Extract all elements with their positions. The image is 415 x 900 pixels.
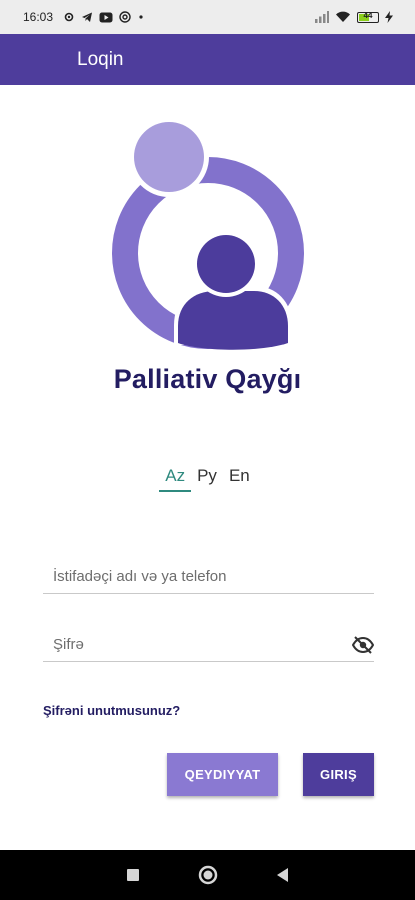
logo-head-light — [134, 122, 204, 192]
recent-apps-icon[interactable] — [118, 860, 148, 890]
system-nav-bar — [0, 850, 415, 900]
username-input[interactable] — [43, 560, 374, 593]
logo-body-dark — [178, 291, 288, 350]
home-icon[interactable] — [193, 860, 223, 890]
back-icon[interactable] — [268, 860, 298, 890]
hide-password-icon[interactable] — [351, 636, 375, 659]
forgot-password-link[interactable]: Şifrəni unutmusunuz? — [43, 703, 180, 718]
username-field-container — [43, 560, 374, 594]
lang-en[interactable]: En — [223, 466, 256, 492]
login-button[interactable]: GIRIŞ — [303, 753, 374, 796]
lang-az[interactable]: Az — [159, 466, 192, 492]
password-field-container — [43, 628, 375, 662]
brand-name: Palliativ Qayğı — [113, 364, 302, 394]
language-selector: Az Ру En — [0, 466, 415, 492]
register-button[interactable]: QEYDIYYAT — [167, 753, 278, 796]
lang-ru[interactable]: Ру — [191, 466, 223, 492]
logo-head-dark — [197, 235, 255, 293]
password-input[interactable] — [43, 628, 374, 661]
palliativ-logo-icon — [112, 117, 304, 350]
